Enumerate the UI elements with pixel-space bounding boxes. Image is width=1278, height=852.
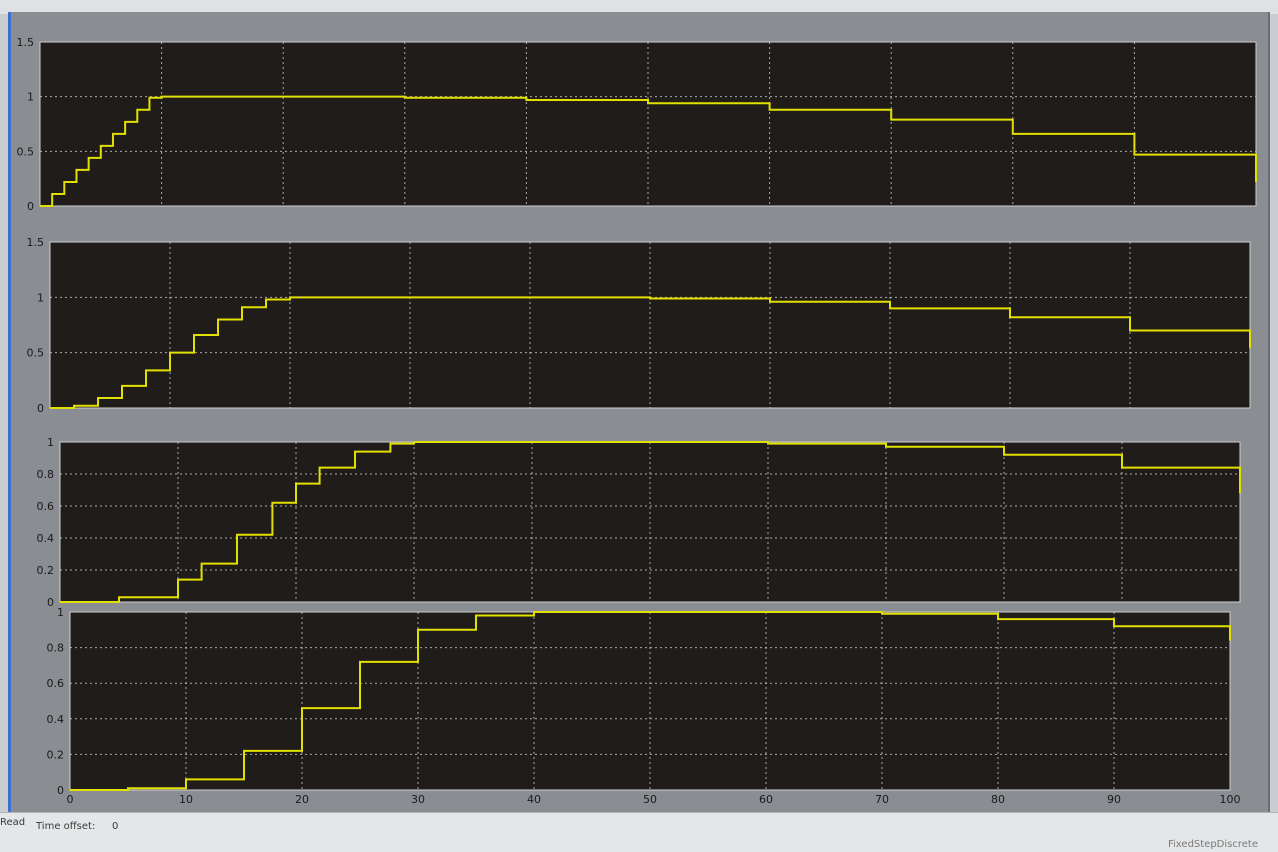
y-tick-label: 0	[47, 596, 54, 609]
y-tick-label: 1	[37, 291, 44, 304]
y-tick-label: 0.6	[47, 677, 65, 690]
y-tick-label: 0.5	[27, 347, 45, 360]
x-tick-label: 20	[295, 793, 309, 806]
ready-status: Read	[0, 817, 26, 828]
scope-panel-2: 0 0.5 1 1.5	[27, 236, 1251, 415]
scope-panel-4: 00.20.40.60.810 10 20 30 40 50 60 70 80 90 100	[47, 606, 1241, 806]
y-tick-label: 0.8	[47, 642, 65, 655]
y-tick-label: 0.4	[47, 713, 65, 726]
x-tick-label: 0	[67, 793, 74, 806]
y-tick-label: 1.5	[27, 236, 45, 249]
x-tick-label: 90	[1107, 793, 1121, 806]
y-tick-label: 0	[37, 402, 44, 415]
y-tick-label: 0.5	[17, 145, 35, 158]
time-offset-value: 0	[112, 821, 119, 832]
y-tick-label: 0	[57, 784, 64, 797]
y-tick-label: 1	[47, 436, 54, 449]
x-tick-label: 10	[179, 793, 193, 806]
plot-area	[39, 41, 1257, 207]
time-offset-label: Time offset:	[36, 821, 96, 832]
y-tick-label: 0.6	[37, 500, 55, 513]
y-tick-label: 1	[57, 606, 64, 619]
y-tick-label: 0.2	[47, 748, 65, 761]
x-tick-label: 70	[875, 793, 889, 806]
solver-status: FixedStepDiscrete	[1168, 839, 1258, 850]
x-tick-label: 100	[1220, 793, 1241, 806]
status-bar: Read Time offset: 0 FixedStepDiscrete	[0, 812, 1278, 852]
y-tick-label: 0.2	[37, 564, 55, 577]
y-tick-label: 0.4	[37, 532, 55, 545]
scope-panel-3: 0 0.2 0.4 0.6 0.8 1	[37, 436, 1241, 609]
x-tick-label: 80	[991, 793, 1005, 806]
x-tick-label: 30	[411, 793, 425, 806]
x-tick-label: 40	[527, 793, 541, 806]
y-tick-label: 1.5	[17, 36, 35, 49]
y-tick-label: 0	[27, 200, 34, 213]
y-tick-label: 0.8	[37, 468, 55, 481]
x-tick-label: 50	[643, 793, 657, 806]
scope-plots: 00.511.500.511.500.20.40.60.8100.20.40.6…	[17, 36, 1257, 806]
x-tick-label: 60	[759, 793, 773, 806]
y-tick-label: 1	[27, 91, 34, 104]
scope-panel-1: 0 0.5 1 1.5	[17, 36, 1257, 213]
